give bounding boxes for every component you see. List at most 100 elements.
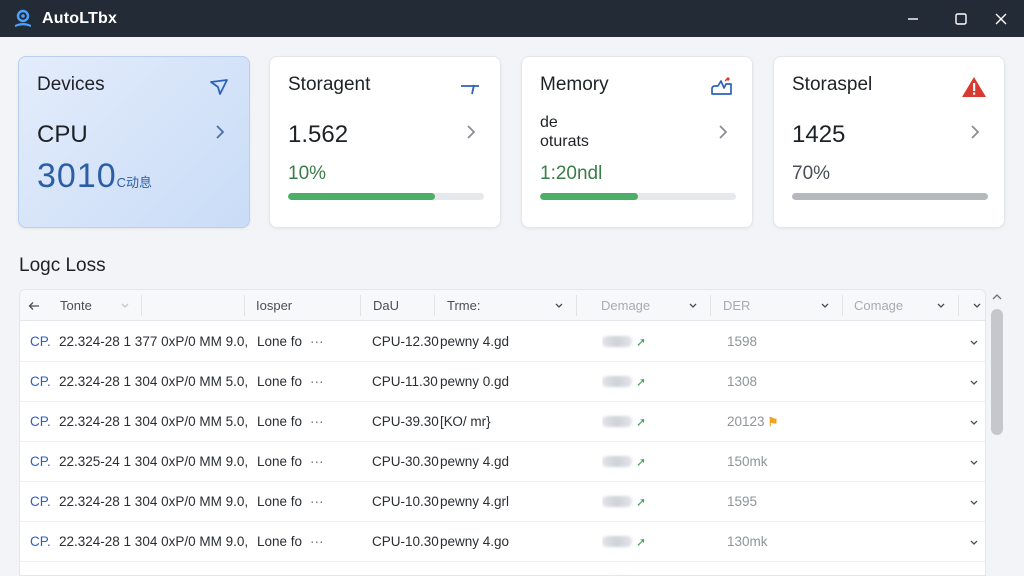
row-id[interactable]: CP.: [30, 482, 51, 521]
progress-bar: [540, 193, 736, 200]
close-icon: [995, 13, 1007, 24]
table-row[interactable]: CP. 22.323-28 1 244 0xP/0 MM 5.0,Lone fo·…: [20, 562, 985, 575]
storaspel-card[interactable]: Storaspel 1425 70%: [773, 56, 1005, 228]
row-desc: Lone fo···: [257, 334, 324, 349]
column-divider: [958, 295, 959, 316]
column-header-trme[interactable]: Trme:: [447, 290, 480, 321]
chevron-down-icon[interactable]: [820, 300, 830, 310]
row-cpu: CPU-11.30: [372, 374, 438, 389]
log-section-title: Logc Loss: [19, 255, 106, 276]
row-cpu: CPU-12.30: [372, 334, 439, 349]
row-path: [Κ/ 4: [440, 562, 468, 575]
row-status: ➚: [602, 322, 646, 361]
card-percent: 10%: [288, 163, 327, 184]
row-id[interactable]: CP.: [30, 402, 51, 441]
chevron-down-icon[interactable]: [969, 457, 979, 467]
card-value: 1.562: [288, 121, 349, 148]
scroll-thumb[interactable]: [991, 309, 1003, 435]
card-title: Memory: [540, 74, 609, 95]
card-percent: 70%: [792, 163, 831, 184]
card-title: Storagent: [288, 74, 371, 95]
progress-fill: [288, 193, 435, 200]
row-path: pewny 4.gd: [440, 454, 510, 469]
column-header-iosper[interactable]: Iosper: [256, 290, 292, 321]
devices-card[interactable]: Devices CPU 3010C动息: [18, 56, 250, 228]
chevron-down-icon[interactable]: [969, 537, 979, 547]
table-row[interactable]: CP. 22.324-28 1 377 0xP/0 MM 9.0, Lone fo ·…: [20, 322, 985, 362]
app-title: AutoLTbx: [42, 10, 118, 27]
row-desc: Lone fo···: [257, 414, 324, 429]
row-path: pewny 4.go: [440, 534, 510, 549]
minimize-button[interactable]: [890, 0, 936, 37]
chevron-down-icon[interactable]: [969, 417, 979, 427]
chevron-down-icon[interactable]: [972, 300, 982, 310]
row-path: pewny 4.gd: [440, 334, 510, 349]
table-row[interactable]: CP. 22.324-28 1 304 0xP/0 MM 5.0, Lone fo ·…: [20, 402, 985, 442]
chevron-down-icon[interactable]: [554, 300, 564, 310]
column-divider: [710, 295, 711, 316]
blurred-chip: [602, 496, 632, 507]
column-divider: [576, 295, 577, 316]
close-button[interactable]: [978, 0, 1024, 37]
row-time: 22.324-28 1 304 0xP/0 MM 5.0,: [59, 414, 249, 429]
row-path: [ΚΟ/ mr}: [440, 414, 491, 429]
column-divider: [244, 295, 245, 316]
title-bar: AutoLTbx: [0, 0, 1024, 37]
pin-icon: ➚: [636, 494, 647, 509]
pin-icon: ➚: [636, 374, 647, 389]
column-header-tonte[interactable]: Tonte: [60, 290, 92, 321]
storagent-card[interactable]: Storagent 1.562 10%: [269, 56, 501, 228]
row-time: 22.324-28 1 304 0xP/0 MM 9.0,: [59, 534, 249, 549]
card-value: CPU: [37, 121, 88, 148]
column-header-demage[interactable]: Demage: [601, 290, 650, 321]
chevron-right-icon[interactable]: [213, 123, 227, 141]
row-cpu: CPU-30.30: [372, 454, 439, 469]
chevron-down-icon[interactable]: [969, 337, 979, 347]
column-header-dau[interactable]: DaU: [373, 290, 399, 321]
table-row[interactable]: CP. 22.324-28 1 304 0xP/0 MM 9.0, Lone fo ·…: [20, 482, 985, 522]
ellipsis-icon: ···: [310, 534, 324, 549]
chevron-down-icon: [121, 303, 129, 308]
blurred-chip: [602, 416, 632, 427]
scroll-up-icon[interactable]: [992, 293, 1002, 301]
chevron-right-icon[interactable]: [968, 123, 982, 141]
row-id[interactable]: CP.: [30, 442, 51, 481]
chevron-down-icon[interactable]: [969, 497, 979, 507]
row-cpu: CPU-39.30: [372, 414, 439, 429]
column-divider: [141, 295, 142, 316]
chevron-down-icon[interactable]: [688, 300, 698, 310]
row-der: 1935: [727, 562, 757, 575]
pin-icon: ➚: [636, 534, 647, 549]
column-header-comage[interactable]: Comage: [854, 290, 903, 321]
row-id[interactable]: CP.: [30, 522, 51, 561]
row-cpu: CPU-10.30: [372, 534, 439, 549]
table-row[interactable]: CP. 22.324-28 1 304 0xP/0 MM 5.0, Lone fo ·…: [20, 362, 985, 402]
ellipsis-icon: ···: [310, 334, 324, 349]
back-arrow-button[interactable]: [28, 290, 40, 321]
pin-icon: ➚: [636, 454, 647, 469]
table-row[interactable]: CP. 22.325-24 1 304 0xP/0 MM 9.0, Lone fo ·…: [20, 442, 985, 482]
maximize-icon: [955, 12, 967, 25]
chevron-right-icon[interactable]: [716, 123, 730, 141]
table-header: Tonte Iosper DaU Trme: Demage DER Comage: [20, 290, 985, 321]
row-id[interactable]: CP.: [30, 322, 51, 361]
row-desc: Lone fo···: [257, 454, 324, 469]
row-time: 22.323-28 1 244 0xP/0 MM 5.0,: [59, 562, 255, 575]
app-logo-icon: [15, 9, 31, 27]
progress-fill: [540, 193, 638, 200]
chevron-down-icon[interactable]: [969, 377, 979, 387]
arrow-left-icon: [28, 301, 39, 310]
chevron-down-icon[interactable]: [936, 300, 946, 310]
row-id[interactable]: CP.: [30, 362, 51, 401]
row-der: 20123 ⚑: [727, 414, 779, 429]
table-scrollbar[interactable]: [988, 289, 1006, 576]
column-header-der[interactable]: DER: [723, 290, 750, 321]
row-path: pewny 0.gd: [440, 374, 510, 389]
blurred-chip: [602, 336, 632, 347]
chevron-right-icon[interactable]: [464, 123, 478, 141]
blurred-chip: [602, 376, 632, 387]
row-id[interactable]: CP.: [30, 562, 51, 575]
warning-flag-icon: ⚑: [767, 414, 779, 429]
table-row[interactable]: CP. 22.324-28 1 304 0xP/0 MM 9.0, Lone fo ·…: [20, 522, 985, 562]
memory-card[interactable]: Memory de oturats 1:20ndl: [521, 56, 753, 228]
